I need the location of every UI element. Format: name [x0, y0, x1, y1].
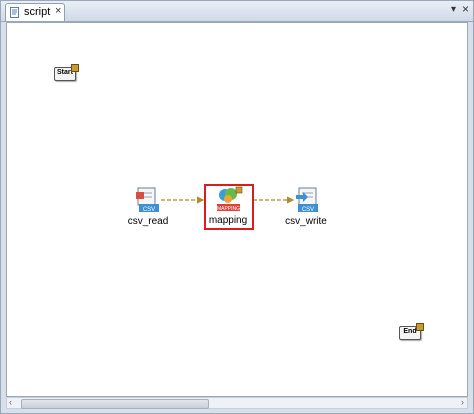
close-view-icon[interactable]: × [462, 2, 469, 16]
expand-icon [416, 323, 424, 331]
scroll-left-icon[interactable]: ‹ [9, 397, 12, 407]
tab-close-icon[interactable]: × [55, 5, 61, 17]
tab-bar: script × ▾ × [1, 1, 473, 22]
csv-write-icon: CSV [296, 187, 318, 213]
scroll-right-icon[interactable]: › [461, 397, 464, 407]
csv-read-badge: CSV [143, 207, 155, 213]
csv-read-icon: CSV [136, 187, 159, 213]
mapping-badge: MAPPING [217, 206, 240, 212]
horizontal-scrollbar[interactable]: ‹ › [6, 397, 468, 409]
scrollbar-thumb[interactable] [21, 399, 209, 409]
tab-title: script [24, 6, 51, 18]
start-node[interactable]: Start [54, 64, 79, 81]
csv-read-node[interactable]: CSV [135, 187, 161, 213]
csv-write-node[interactable]: CSV [294, 187, 320, 213]
end-node[interactable]: End [399, 323, 424, 340]
tab-script[interactable]: script × [5, 3, 65, 21]
view-menu-icon[interactable]: ▾ [451, 4, 456, 15]
csv-read-label: csv_read [127, 216, 169, 227]
mapping-node[interactable]: MAPPING [215, 186, 243, 212]
csv-write-badge: CSV [302, 207, 314, 213]
expand-icon [71, 64, 79, 72]
diagram-canvas[interactable]: Start End CSV csv_read MAPPING mapping C… [6, 22, 468, 397]
mapping-label: mapping [208, 215, 248, 226]
mapping-icon: MAPPING [217, 186, 243, 212]
script-file-icon [10, 7, 19, 18]
csv-write-label: csv_write [285, 216, 327, 227]
